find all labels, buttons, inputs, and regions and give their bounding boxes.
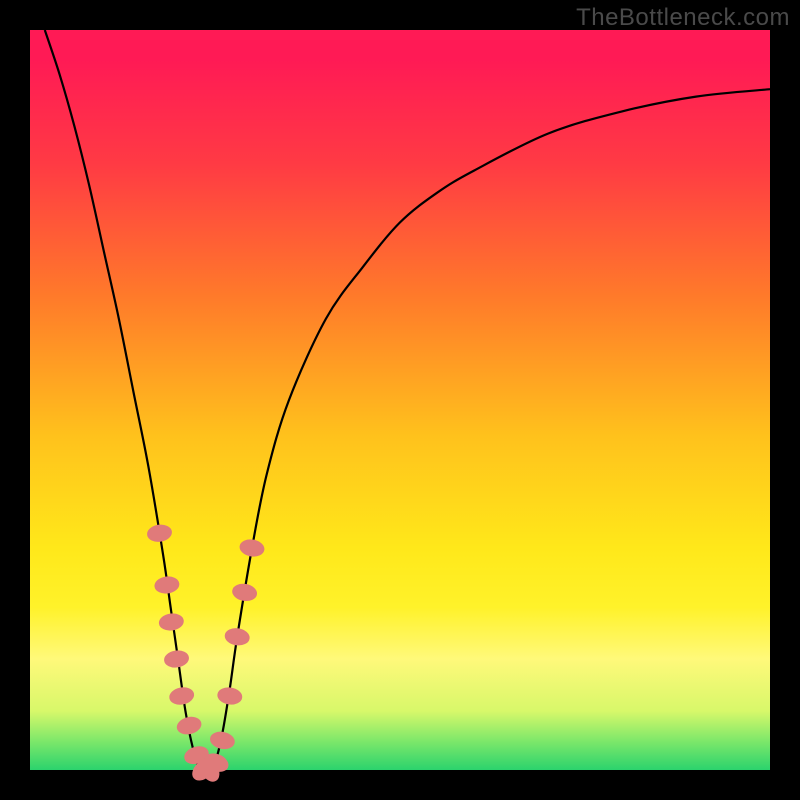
bead-marker — [168, 686, 195, 706]
plot-area — [30, 30, 770, 770]
bead-marker — [176, 715, 203, 736]
bead-marker — [239, 538, 265, 558]
curve-svg — [30, 30, 770, 770]
bead-marker — [209, 730, 236, 750]
bead-marker — [146, 524, 172, 543]
watermark-text: TheBottleneck.com — [576, 4, 790, 32]
bead-marker — [231, 583, 257, 603]
bead-marker — [217, 686, 243, 705]
bead-marker — [158, 613, 184, 632]
bead-marker — [224, 627, 250, 646]
bead-marker — [164, 649, 190, 668]
chart-frame: TheBottleneck.com — [0, 0, 800, 800]
bead-marker — [154, 575, 180, 594]
main-curve — [45, 30, 770, 772]
